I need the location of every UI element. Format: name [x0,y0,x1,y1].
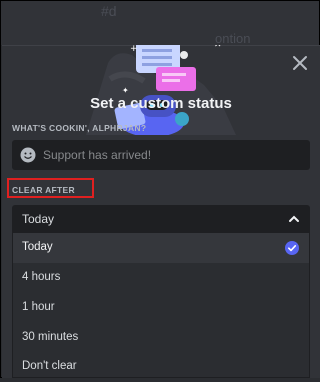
option-label: 4 hours [22,271,61,283]
clear-after-dropdown[interactable]: Today [12,205,310,232]
option-label: 30 minutes [22,331,79,343]
background-text: ontion [215,31,251,46]
close-icon[interactable] [291,54,309,72]
svg-text:+: + [130,45,138,54]
dropdown-value: Today [22,212,55,226]
status-illustration: + ✦ ✕ [86,45,236,135]
svg-text:✕: ✕ [214,45,222,50]
option-today[interactable]: Today [13,233,309,263]
option-label: Don't clear [22,360,77,372]
chevron-up-icon [289,215,299,222]
emoji-icon[interactable] [20,147,36,163]
option-4-hours[interactable]: 4 hours [13,263,309,293]
option-30-minutes[interactable]: 30 minutes [13,323,309,353]
checkmark-icon [285,241,299,255]
modal-title: Set a custom status [90,95,232,112]
svg-text:✦: ✦ [122,86,129,95]
status-placeholder: Support has arrived! [43,148,152,162]
clear-after-menu: Today 4 hours 1 hour 30 minutes Don't cl… [12,232,310,378]
status-input[interactable]: Support has arrived! [12,140,310,170]
option-label: 1 hour [22,301,55,313]
option-label: Today [22,241,53,253]
background-channel: #d ontion [1,1,319,46]
background-text: #d [101,3,117,19]
status-section-label: WHAT'S COOKIN', ALPHRJAN? [12,123,147,133]
option-1-hour[interactable]: 1 hour [13,293,309,323]
clear-after-label: CLEAR AFTER [12,185,75,195]
custom-status-modal: + ✦ ✕ Set a custom status WHAT'S COOKIN'… [2,45,320,378]
